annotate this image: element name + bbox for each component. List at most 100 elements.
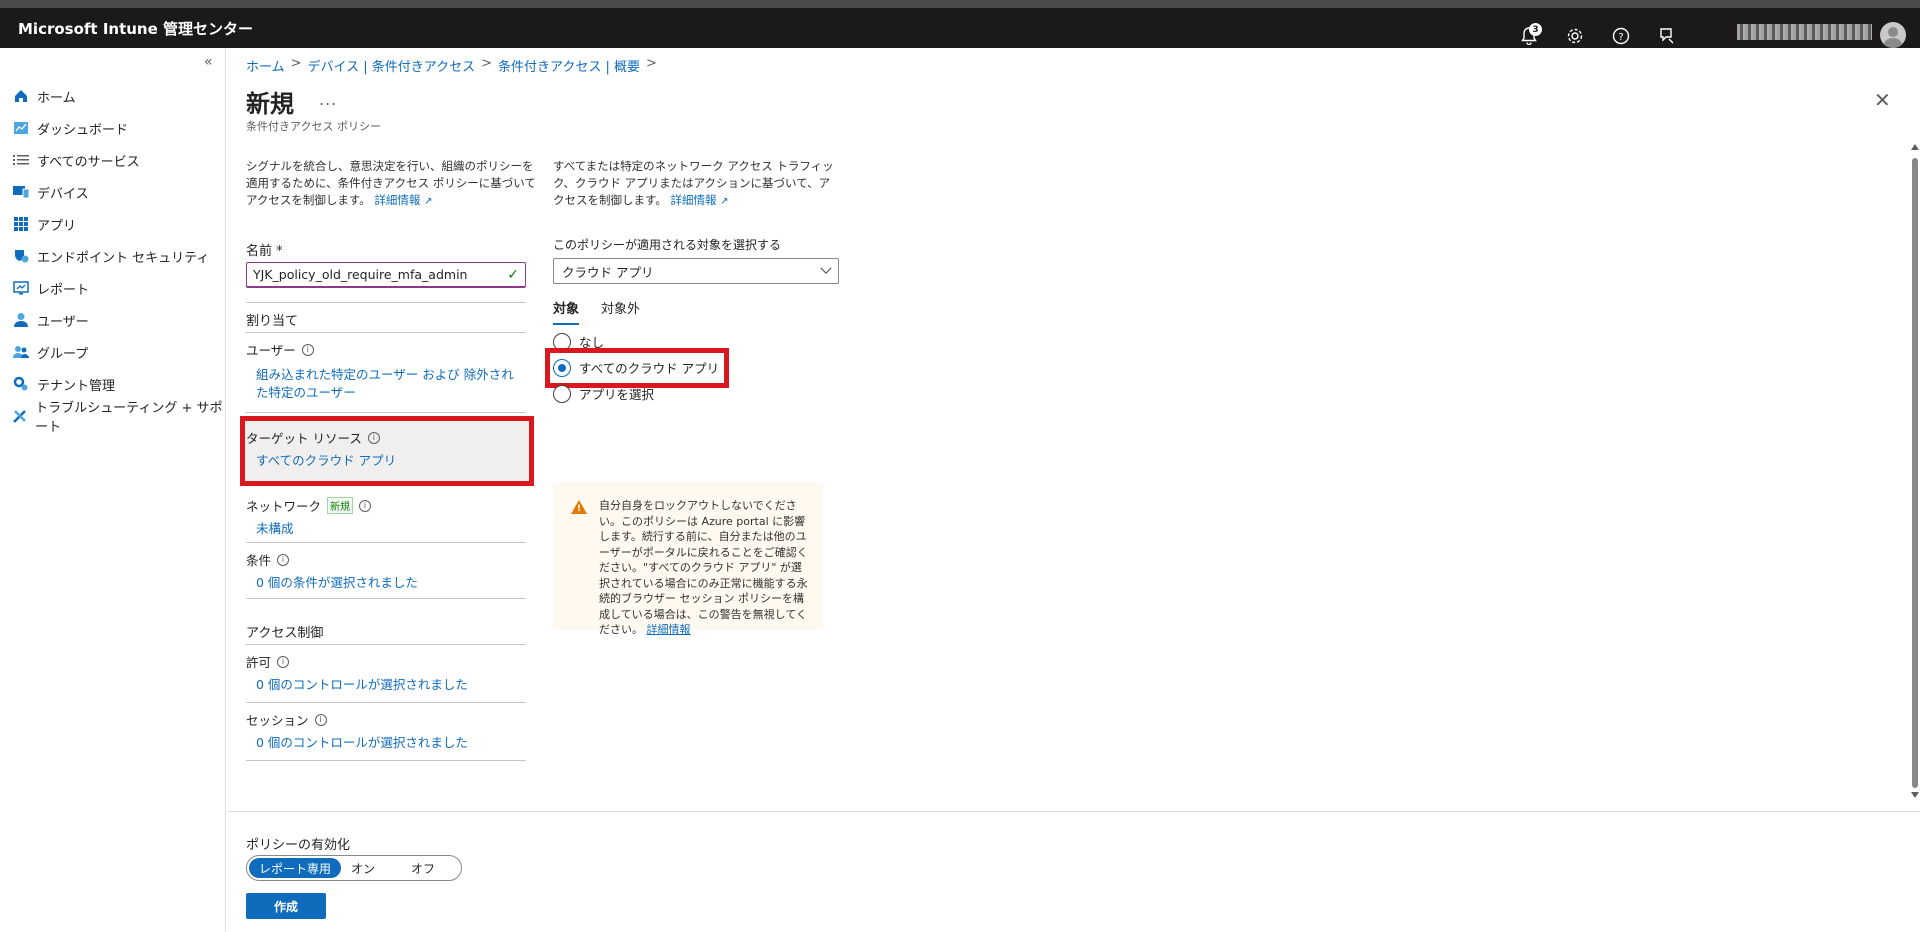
reports-icon <box>12 279 30 297</box>
info-icon[interactable]: i <box>301 343 314 356</box>
create-button[interactable]: 作成 <box>246 893 326 919</box>
sidebar-item-devices[interactable]: デバイス <box>0 176 226 208</box>
sidebar-item-dashboard[interactable]: ダッシュボード <box>0 112 226 144</box>
divider <box>246 332 526 333</box>
learn-more-link[interactable]: 詳細情報 <box>374 193 420 207</box>
divider <box>246 542 526 543</box>
toggle-on[interactable]: オン <box>341 858 393 878</box>
info-icon[interactable]: i <box>359 499 372 512</box>
app-title[interactable]: Microsoft Intune 管理センター <box>0 18 253 39</box>
highlight-box-all-cloud-apps <box>545 348 729 388</box>
grant-label-text: 許可 <box>246 655 272 670</box>
toggle-off[interactable]: オフ <box>393 858 445 878</box>
collapse-sidebar-icon[interactable]: « <box>204 54 213 70</box>
grant-label: 許可 i <box>246 652 290 671</box>
radio-button[interactable] <box>553 384 571 403</box>
highlight-box-target-resources <box>240 416 534 486</box>
page-subtitle: 条件付きアクセス ポリシー <box>246 120 381 133</box>
learn-more-link[interactable]: 詳細情報 <box>671 193 717 207</box>
name-label: 名前 * <box>246 244 283 259</box>
tab-exclude[interactable]: 対象外 <box>601 298 640 325</box>
toggle-report-only[interactable]: レポート専用 <box>249 858 342 878</box>
external-link-icon: ↗ <box>424 196 433 207</box>
breadcrumb-separator: > <box>646 56 657 71</box>
divider <box>246 412 526 413</box>
more-options-icon[interactable]: ... <box>319 90 337 109</box>
sidebar-item-endpoint-security[interactable]: エンドポイント セキュリティ <box>0 240 226 272</box>
devices-icon <box>12 183 30 201</box>
sidebar-item-label: ダッシュボード <box>37 122 129 138</box>
footer-divider <box>227 811 1920 812</box>
conditions-value-link[interactable]: 0 個の条件が選択されました <box>256 574 516 592</box>
warning-text: 自分自身をロックアウトしないでください。このポリシーは Azure portal… <box>599 499 808 636</box>
policy-description: シグナルを統合し、意思決定を行い、組織のポリシーを適用するために、条件付きアクセ… <box>246 158 536 210</box>
policy-name-input[interactable]: YJK_policy_old_require_mfa_admin ✓ <box>246 262 526 288</box>
scroll-thumb[interactable] <box>1912 158 1918 788</box>
enable-policy-toggle[interactable]: レポート専用 オン オフ <box>246 855 462 881</box>
breadcrumb-separator: > <box>481 56 493 71</box>
info-icon[interactable]: i <box>277 655 290 668</box>
conditions-label: 条件 i <box>246 550 290 569</box>
vertical-scrollbar[interactable] <box>1910 144 1920 856</box>
network-label: ネットワーク 新規 i <box>246 496 372 515</box>
new-badge: 新規 <box>327 497 354 514</box>
close-icon[interactable]: ✕ <box>1874 88 1891 112</box>
account-name-redacted[interactable] <box>1737 24 1872 40</box>
info-icon[interactable]: i <box>277 553 290 566</box>
list-icon <box>12 151 30 169</box>
radio-select-apps[interactable]: アプリを選択 <box>553 384 654 403</box>
sidebar-item-tenant-admin[interactable]: テナント管理 <box>0 368 226 400</box>
sidebar-item-all-services[interactable]: すべてのサービス <box>0 144 226 176</box>
tenant-icon <box>12 375 30 393</box>
help-icon[interactable]: ? <box>1608 23 1634 49</box>
network-value-link[interactable]: 未構成 <box>256 520 516 538</box>
session-label-text: セッション <box>246 713 309 728</box>
access-controls-header: アクセス制御 <box>246 626 324 641</box>
sidebar-item-label: すべてのサービス <box>37 154 140 170</box>
feedback-icon[interactable] <box>1654 23 1680 49</box>
main-content: ホーム > デバイス | 条件付きアクセス > 条件付きアクセス | 概要 > … <box>227 48 1920 932</box>
sidebar-item-label: デバイス <box>37 186 89 202</box>
sidebar-item-groups[interactable]: グループ <box>0 336 226 368</box>
avatar[interactable] <box>1880 22 1906 48</box>
assignments-column: シグナルを統合し、意思決定を行い、組織のポリシーを適用するために、条件付きアクセ… <box>240 158 538 761</box>
scroll-up-icon[interactable] <box>1911 144 1919 150</box>
session-value-link[interactable]: 0 個のコントロールが選択されました <box>256 734 516 752</box>
divider <box>246 644 526 645</box>
conditions-label-text: 条件 <box>246 553 272 568</box>
sidebar-item-label: グループ <box>37 346 89 362</box>
scroll-down-icon[interactable] <box>1911 792 1919 798</box>
breadcrumb-ca-overview[interactable]: 条件付きアクセス | 概要 <box>498 56 640 75</box>
users-label: ユーザー i <box>246 340 314 359</box>
session-label: セッション i <box>246 710 327 729</box>
svg-text:?: ? <box>1618 32 1623 43</box>
sidebar-item-apps[interactable]: アプリ <box>0 208 226 240</box>
external-link-icon: ↗ <box>720 196 729 207</box>
sidebar-item-reports[interactable]: レポート <box>0 272 226 304</box>
sidebar-item-label: レポート <box>37 282 90 298</box>
gear-icon[interactable] <box>1562 23 1588 49</box>
tab-include[interactable]: 対象 <box>553 298 580 325</box>
sidebar-item-label: ユーザー <box>37 314 89 330</box>
dashboard-icon <box>12 119 30 137</box>
radio-select-apps-label: アプリを選択 <box>579 387 655 402</box>
sidebar-item-label: テナント管理 <box>37 378 116 394</box>
target-type-dropdown[interactable]: クラウド アプリ <box>553 258 839 284</box>
warning-icon <box>571 500 587 518</box>
page-title: 新規 <box>246 90 294 118</box>
sidebar-item-label: アプリ <box>37 218 77 234</box>
breadcrumb-devices-ca[interactable]: デバイス | 条件付きアクセス <box>308 56 476 75</box>
notification-icon[interactable]: 3 <box>1516 23 1542 49</box>
sidebar-item-home[interactable]: ホーム <box>0 80 226 112</box>
info-icon[interactable]: i <box>314 713 327 726</box>
breadcrumb-home[interactable]: ホーム <box>246 56 285 75</box>
grant-value-link[interactable]: 0 個のコントロールが選択されました <box>256 676 516 694</box>
users-value-link[interactable]: 組み込まれた特定のユーザー および 除外された特定のユーザー <box>256 366 516 402</box>
warning-learn-more-link[interactable]: 詳細情報 <box>647 623 691 636</box>
sidebar-item-users[interactable]: ユーザー <box>0 304 226 336</box>
sidebar-item-troubleshooting[interactable]: トラブルシューティング + サポート <box>0 400 226 435</box>
breadcrumb: ホーム > デバイス | 条件付きアクセス > 条件付きアクセス | 概要 > <box>246 56 657 75</box>
network-label-text: ネットワーク <box>246 499 322 514</box>
top-bar: Microsoft Intune 管理センター 3 ? <box>0 0 1920 48</box>
home-icon <box>12 87 30 105</box>
